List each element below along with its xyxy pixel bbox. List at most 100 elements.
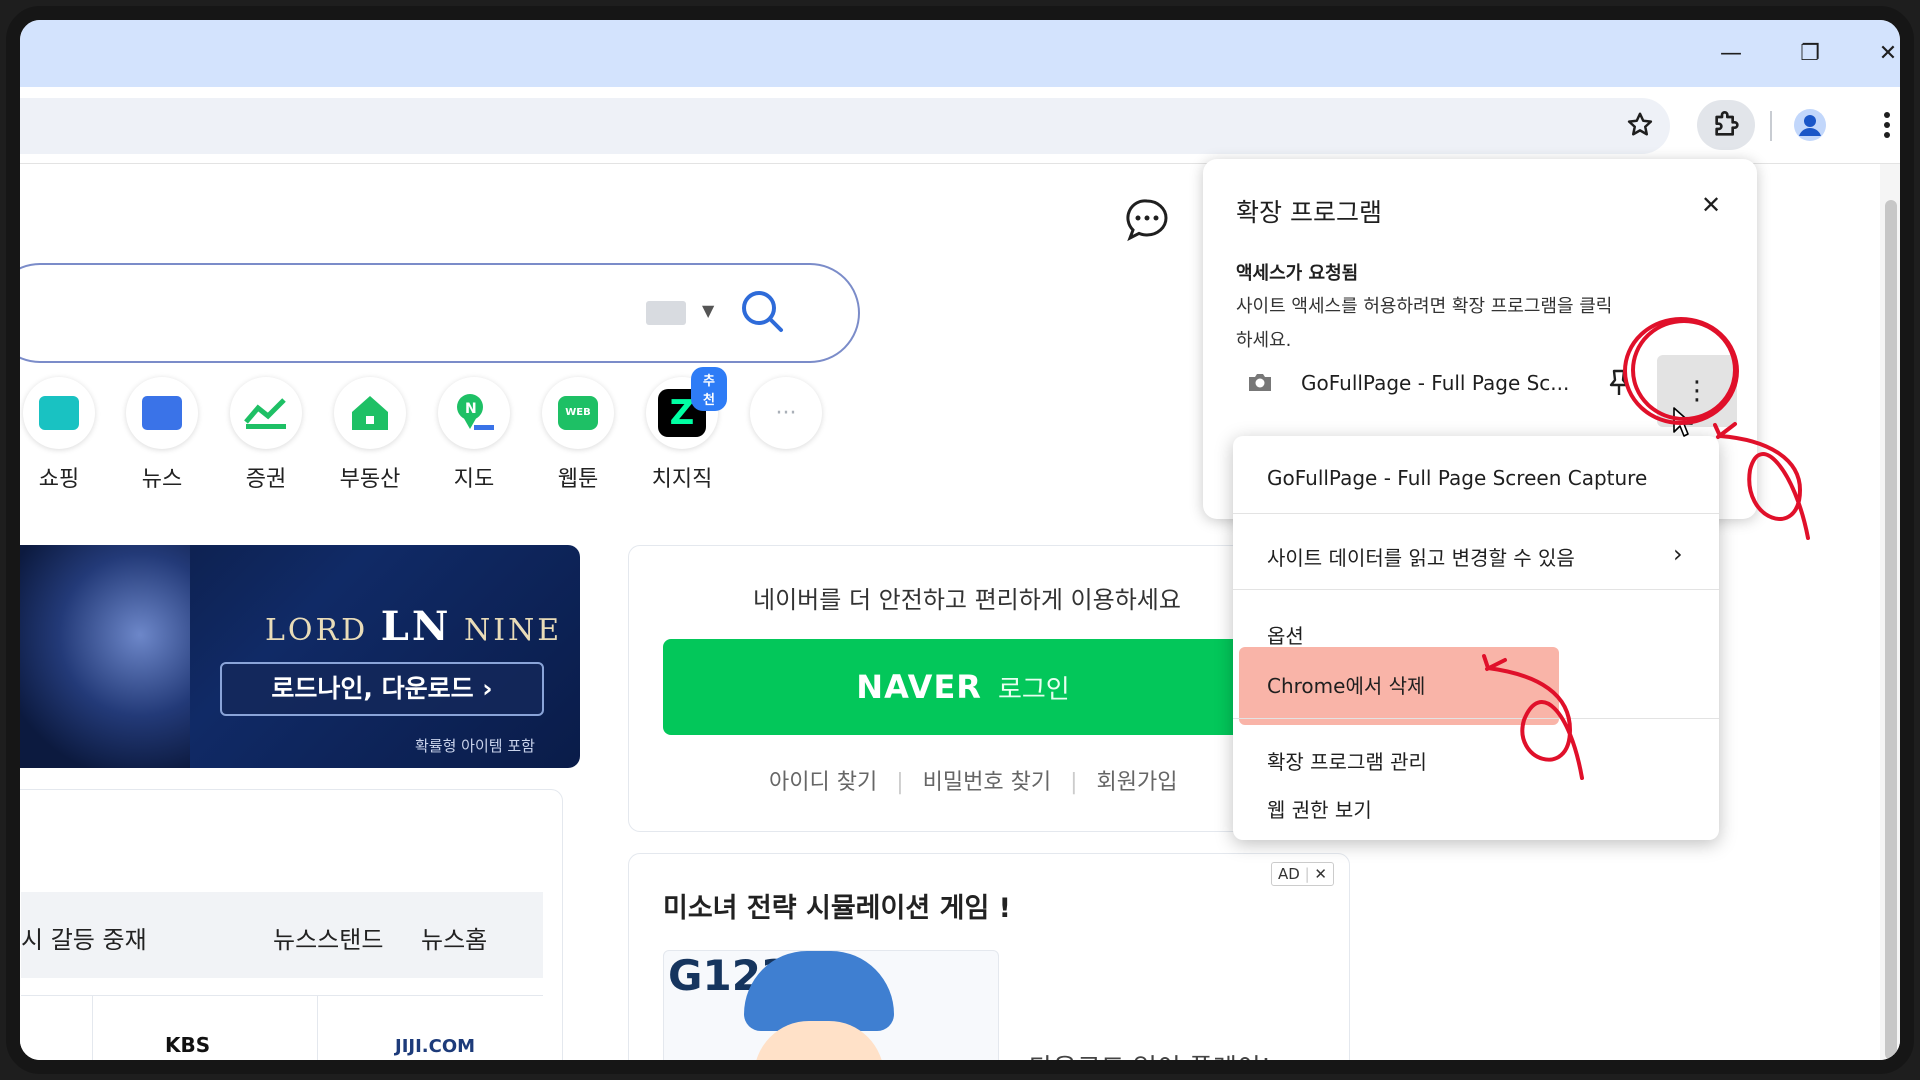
ad-badge[interactable]: AD | ✕ (1271, 862, 1334, 886)
access-requested-desc-2: 하세요. (1236, 330, 1292, 351)
naver-login-button[interactable]: NAVER 로그인 (663, 639, 1263, 735)
talk-button[interactable] (1124, 197, 1170, 243)
search-input[interactable]: ▼ (20, 263, 860, 363)
signup-link[interactable]: 회원가입 (1096, 770, 1177, 795)
stock-icon (230, 377, 302, 449)
chrome-menu-button[interactable] (1864, 102, 1900, 148)
extension-row[interactable]: GoFullPage - Full Page Sc... ⋮ (1203, 355, 1757, 427)
toolbar-divider (1770, 111, 1772, 141)
shopping-icon (23, 377, 95, 449)
kebab-icon (1884, 112, 1890, 138)
search-icon[interactable] (738, 287, 788, 337)
access-requested-desc-1: 사이트 액세스를 허용하려면 확장 프로그램을 클릭 (1236, 296, 1613, 317)
shortcut-label: 지도 (453, 467, 495, 492)
webtoon-icon: WEB (542, 377, 614, 449)
news-card: 시 갈등 중재 뉴스스탠드 뉴스홈 KBS JIJI.COM (20, 789, 563, 1060)
find-id-link[interactable]: 아이디 찾기 (769, 770, 877, 795)
minimize-button[interactable]: — (1711, 34, 1751, 74)
find-password-link[interactable]: 비밀번호 찾기 (923, 770, 1051, 795)
login-text: 로그인 (997, 674, 1070, 705)
shortcut-stock[interactable]: 증권 (221, 377, 311, 493)
page-scrollbar[interactable] (1880, 164, 1900, 1060)
extension-name[interactable]: GoFullPage - Full Page Sc... (1301, 371, 1569, 395)
banner-cta: 로드나인, 다운로드 › (220, 662, 544, 716)
more-icon: ··· (750, 377, 822, 449)
person-icon (1794, 109, 1826, 141)
banner-character-image (20, 545, 190, 768)
ad-card: AD | ✕ 미소녀 전략 시뮬레이션 게임 ! G123 다운로드 없이 플레… (628, 853, 1350, 1060)
address-bar[interactable] (20, 98, 1670, 154)
extension-context-menu: GoFullPage - Full Page Screen Capture 사이… (1233, 436, 1719, 840)
chevron-down-icon[interactable]: ▼ (702, 301, 714, 320)
profile-button[interactable] (1787, 102, 1833, 148)
login-links: 아이디 찾기 | 비밀번호 찾기 | 회원가입 (769, 770, 1178, 795)
shortcut-label: 뉴스 (141, 467, 183, 492)
close-icon: ✕ (1878, 41, 1898, 66)
shortcut-map[interactable]: N 지도 (429, 377, 519, 493)
close-icon[interactable]: ✕ (1314, 865, 1327, 883)
close-icon: ✕ (1701, 191, 1722, 219)
news-icon (126, 377, 198, 449)
extension-more-button[interactable]: ⋮ (1657, 355, 1737, 427)
title-bar: — ❐ ✕ (20, 20, 1900, 87)
close-window-button[interactable]: ✕ (1868, 34, 1900, 74)
svg-text:N: N (465, 401, 477, 417)
news-bar: 시 갈등 중재 뉴스스탠드 뉴스홈 (21, 892, 543, 978)
browser-window: — ❐ ✕ ▼ 쇼핑 뉴스 증권 부동산 N 지도 WEB 웹툰 Z 치지직 추… (6, 6, 1914, 1074)
recommend-badge: 추천 (691, 367, 727, 411)
access-requested-title: 액세스가 요청됨 (1236, 263, 1359, 284)
menu-item-extension-name[interactable]: GoFullPage - Full Page Screen Capture (1233, 466, 1719, 490)
ad-image[interactable]: G123 (663, 950, 999, 1060)
restore-button[interactable]: ❐ (1790, 34, 1830, 74)
banner-logo: LORD LN NINE (265, 603, 563, 650)
popup-close-button[interactable]: ✕ (1701, 191, 1721, 219)
login-card: 네이버를 더 안전하고 편리하게 이용하세요 NAVER 로그인 아이디 찾기 … (628, 545, 1280, 832)
extensions-button[interactable] (1697, 100, 1755, 150)
shortcut-label: 부동산 (339, 467, 401, 492)
newshome-link[interactable]: 뉴스홈 (421, 920, 487, 955)
ad-title[interactable]: 미소녀 전략 시뮬레이션 게임 ! (663, 886, 1011, 925)
lordnine-banner[interactable]: LORD LN NINE 로드나인, 다운로드 › 확률형 아이템 포함 (20, 545, 580, 768)
mouse-cursor-icon (1673, 407, 1693, 437)
shortcut-label: 치지직 (651, 467, 713, 492)
minimize-icon: — (1720, 41, 1742, 66)
menu-item-options[interactable]: 옵션 (1233, 620, 1719, 649)
menu-item-site-access[interactable]: 사이트 데이터를 읽고 변경할 수 있음 › (1233, 540, 1719, 571)
bookmark-star-button[interactable] (1617, 102, 1663, 148)
shortcut-webtoon[interactable]: WEB 웹툰 (533, 377, 623, 493)
shortcut-realestate[interactable]: 부동산 (325, 377, 415, 493)
menu-item-manage-extensions[interactable]: 확장 프로그램 관리 (1233, 746, 1719, 775)
shortcut-more[interactable]: ··· (741, 377, 831, 449)
restore-icon: ❐ (1800, 41, 1820, 66)
kebab-icon: ⋮ (1684, 376, 1710, 406)
star-icon (1627, 112, 1653, 136)
login-brand: NAVER (856, 668, 982, 706)
kbs-logo[interactable]: KBS (165, 1033, 210, 1057)
shortcut-shopping[interactable]: 쇼핑 (20, 377, 104, 493)
pin-icon[interactable] (1608, 369, 1630, 397)
scrollbar-thumb[interactable] (1885, 200, 1897, 1060)
jiji-logo[interactable]: JIJI.COM (395, 1036, 475, 1057)
login-message: 네이버를 더 안전하고 편리하게 이용하세요 (753, 586, 1181, 614)
shortcut-news[interactable]: 뉴스 (117, 377, 207, 493)
menu-item-remove-from-chrome[interactable]: Chrome에서 삭제 (1233, 670, 1719, 699)
camera-icon (1249, 374, 1271, 391)
chat-bubble-icon (1126, 199, 1168, 242)
news-headline[interactable]: 시 갈등 중재 (21, 920, 147, 955)
puzzle-icon (1715, 111, 1739, 136)
shortcut-label: 쇼핑 (38, 467, 80, 492)
chevron-right-icon: › (1673, 540, 1683, 568)
shortcut-label: 웹툰 (557, 467, 599, 492)
newsstand-link[interactable]: 뉴스스탠드 (273, 920, 383, 955)
ad-tagline[interactable]: 다운로드 없이 플레이! (1029, 1048, 1271, 1060)
browser-toolbar (20, 87, 1900, 164)
shortcut-label: 증권 (245, 467, 287, 492)
map-icon: N (438, 377, 510, 449)
site-access-label: 사이트 데이터를 읽고 변경할 수 있음 (1267, 546, 1575, 570)
keyboard-icon[interactable] (646, 301, 686, 325)
popup-title: 확장 프로그램 (1236, 198, 1382, 227)
shortcut-chzzk[interactable]: Z 치지직 추천 (637, 367, 727, 493)
house-icon (334, 377, 406, 449)
menu-item-view-web-permissions[interactable]: 웹 권한 보기 (1233, 794, 1719, 823)
banner-sub: 확률형 아이템 포함 (415, 737, 535, 755)
